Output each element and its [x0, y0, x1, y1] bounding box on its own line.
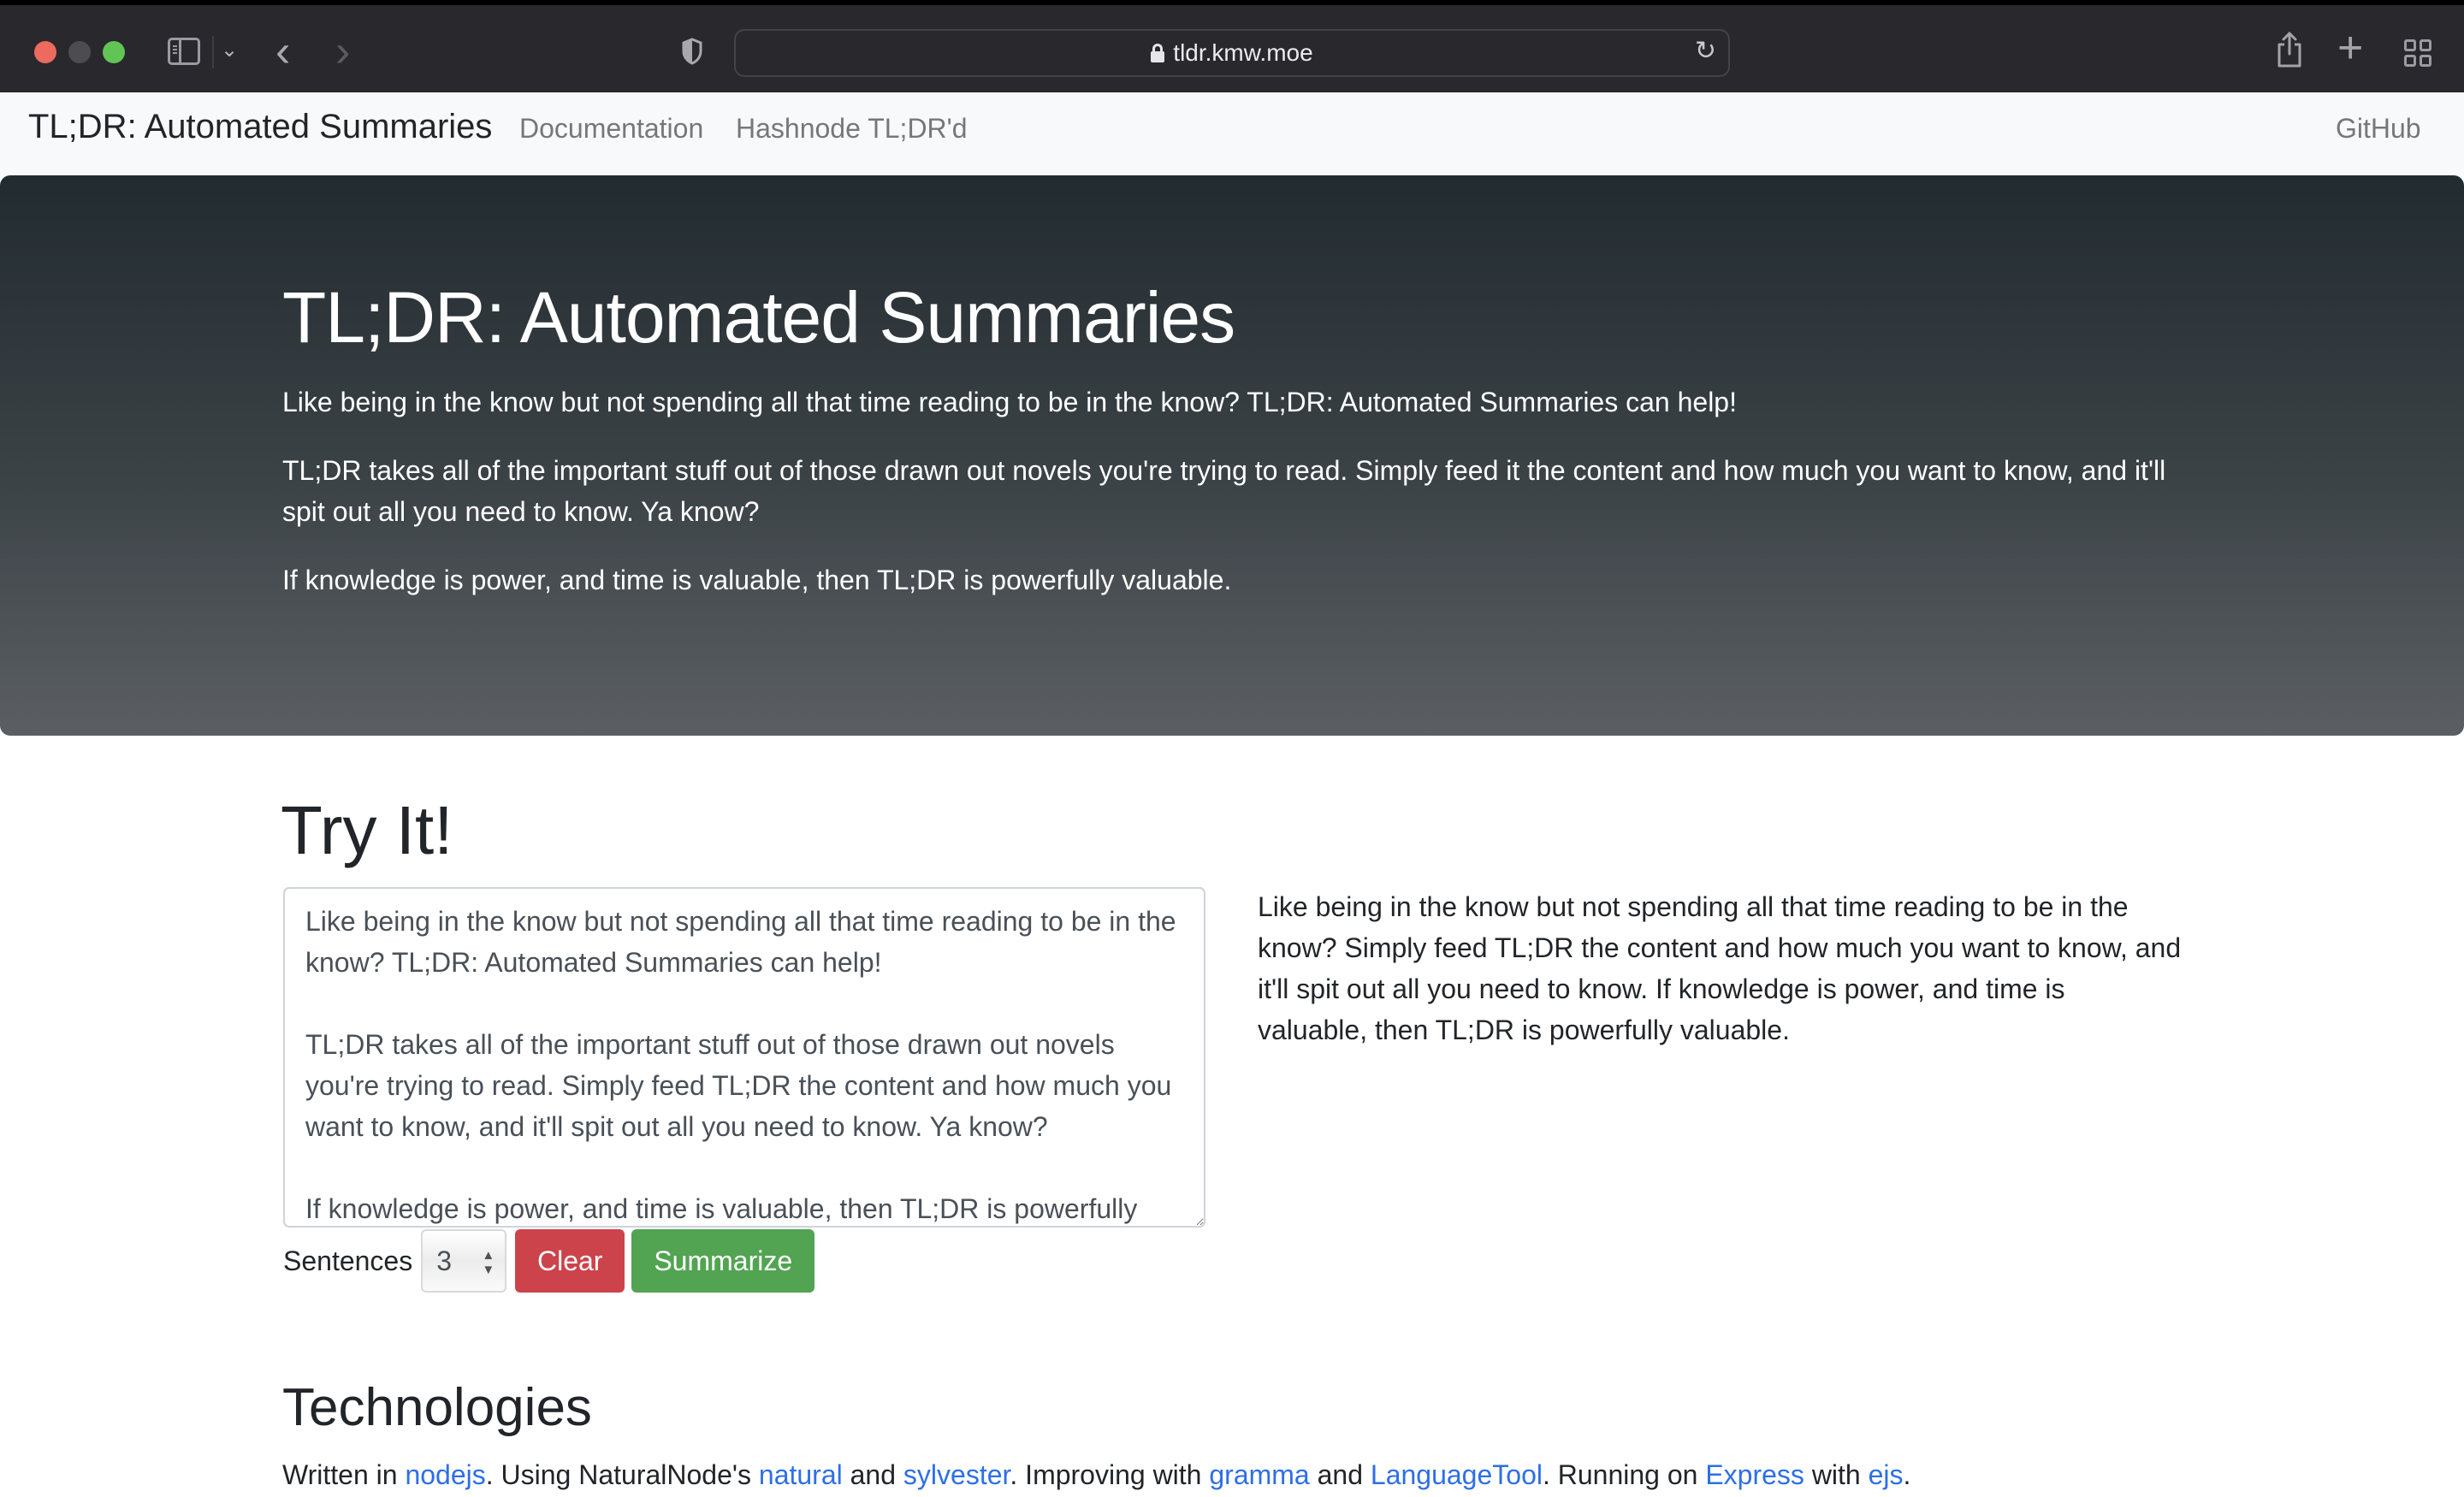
back-icon[interactable]: ‹ — [275, 26, 290, 77]
nav-documentation-link[interactable]: Documentation — [519, 113, 703, 145]
toolbar-divider — [212, 36, 214, 68]
link-ejs[interactable]: ejs — [1869, 1459, 1904, 1490]
shield-icon[interactable] — [681, 38, 703, 65]
summarize-button[interactable]: Summarize — [631, 1229, 815, 1293]
tech-text: . — [1903, 1459, 1911, 1490]
share-icon[interactable] — [2276, 31, 2303, 68]
navbar-brand[interactable]: TL;DR: Automated Summaries — [28, 108, 492, 146]
summary-output: Like being in the know but not spending … — [1258, 891, 2182, 1045]
tech-text: with — [1804, 1459, 1869, 1490]
forward-icon[interactable]: › — [335, 26, 350, 77]
content-textarea[interactable]: Like being in the know but not spending … — [283, 887, 1205, 1228]
technologies-text: Written in nodejs. Using NaturalNode's n… — [282, 1459, 1910, 1491]
sentences-stepper[interactable]: 3 ▲ ▼ — [421, 1229, 507, 1293]
try-it-heading: Try It! — [281, 792, 453, 868]
tech-text: Written in — [282, 1459, 406, 1490]
link-gramma[interactable]: gramma — [1209, 1459, 1309, 1490]
reload-icon[interactable]: ↻ — [1695, 36, 1716, 66]
tech-text: and — [1309, 1459, 1371, 1490]
link-sylvester[interactable]: sylvester — [903, 1459, 1010, 1490]
tech-text: . Running on — [1542, 1459, 1706, 1490]
tabs-overview-icon[interactable] — [2404, 39, 2431, 67]
address-display: tldr.kmw.moe — [736, 39, 1728, 67]
link-nodejs[interactable]: nodejs — [405, 1459, 485, 1490]
technologies-heading: Technologies — [282, 1378, 592, 1437]
nav-hashnode-link[interactable]: Hashnode TL;DR'd — [736, 113, 968, 145]
zoom-window-button[interactable] — [103, 41, 125, 63]
plus-icon[interactable]: + — [2337, 22, 2363, 74]
site-navbar: TL;DR: Automated Summaries Documentation… — [0, 92, 2464, 175]
url-text: tldr.kmw.moe — [1173, 39, 1313, 66]
hero-jumbotron: TL;DR: Automated Summaries Like being in… — [0, 175, 2464, 736]
tech-text: . Improving with — [1010, 1459, 1210, 1490]
minimize-window-button[interactable] — [68, 41, 91, 63]
hero-paragraph: Like being in the know but not spending … — [282, 387, 1737, 417]
hero-title: TL;DR: Automated Summaries — [282, 277, 1235, 358]
hero-paragraph: If knowledge is power, and time is valua… — [282, 565, 1232, 595]
tech-text: and — [842, 1459, 903, 1490]
link-express[interactable]: Express — [1705, 1459, 1804, 1490]
sentences-value: 3 — [436, 1245, 453, 1276]
browser-toolbar: ⌄ ‹ › tldr.kmw.moe ↻ + — [0, 0, 2464, 92]
sentences-label: Sentences — [283, 1245, 413, 1276]
sidebar-icon[interactable] — [168, 38, 200, 65]
hero-paragraph: TL;DR takes all of the important stuff o… — [282, 455, 2166, 527]
summarize-controls: Sentences 3 ▲ ▼ Clear Summarize — [283, 1229, 821, 1293]
address-bar[interactable]: tldr.kmw.moe ↻ — [734, 29, 1730, 77]
chevron-down-icon[interactable]: ⌄ — [221, 38, 238, 62]
tech-text: . Using NaturalNode's — [485, 1459, 759, 1490]
link-natural[interactable]: natural — [759, 1459, 843, 1490]
clear-button[interactable]: Clear — [515, 1229, 625, 1293]
stepper-arrows-icon[interactable]: ▲ ▼ — [482, 1248, 495, 1277]
nav-github-link[interactable]: GitHub — [2336, 113, 2421, 145]
lock-icon — [1151, 44, 1165, 62]
close-window-button[interactable] — [34, 41, 56, 63]
link-languagetool[interactable]: LanguageTool — [1371, 1459, 1543, 1490]
